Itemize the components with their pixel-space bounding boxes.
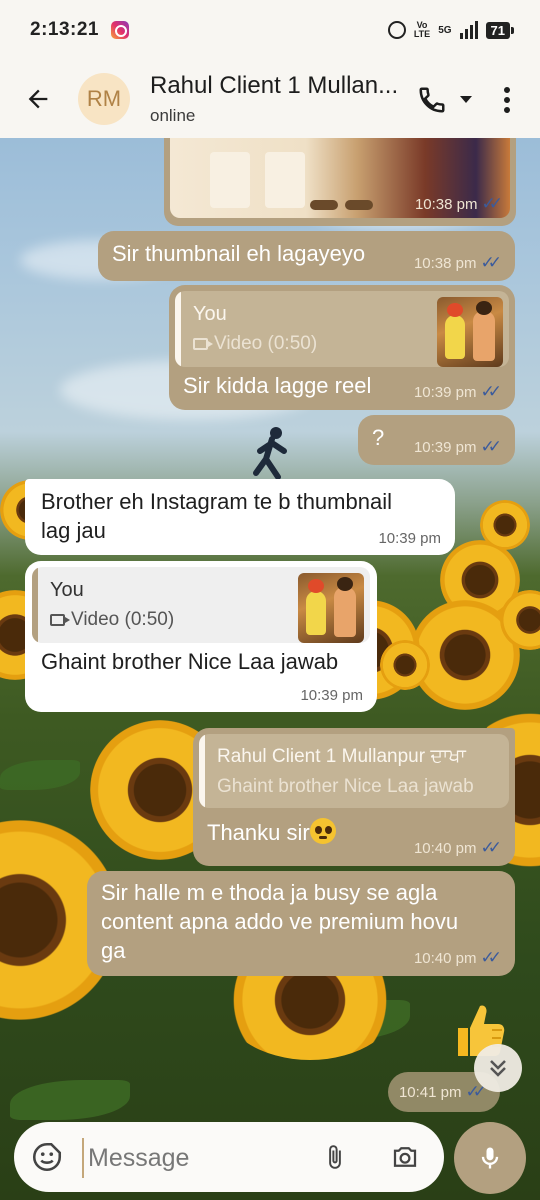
- message-meta: 10:39 pm ✓✓: [413, 437, 502, 457]
- camera-icon: [393, 1147, 417, 1167]
- instagram-notification-icon: [111, 21, 129, 39]
- more-vert-icon: [504, 87, 510, 113]
- video-thumbnail: [298, 573, 364, 643]
- camera-button[interactable]: [386, 1140, 424, 1174]
- status-bar: 2:13:21 Vo LTE 5G 71: [0, 0, 540, 60]
- contact-info[interactable]: Rahul Client 1 Mullan... online: [150, 72, 400, 126]
- sticker-icon: [32, 1142, 62, 1172]
- runner-silhouette: [250, 425, 290, 485]
- voice-call-button[interactable]: [412, 80, 452, 120]
- sticker-button[interactable]: [30, 1140, 64, 1174]
- double-check-icon: ✓✓: [481, 194, 503, 213]
- message-time: 10:39 pm: [413, 383, 477, 401]
- quoted-message[interactable]: You Video (0:50): [32, 567, 370, 643]
- message-bubble-reply[interactable]: You Video (0:50) Sir kidda lagge reel 10…: [169, 285, 515, 410]
- status-time: 2:13:21: [30, 19, 99, 40]
- battery-icon: 71: [485, 21, 515, 39]
- message-bubble-reply[interactable]: Rahul Client 1 Mullanpur ਦਾਖਾ Ghaint bro…: [193, 728, 515, 866]
- video-icon: [193, 338, 213, 350]
- phone-icon: [419, 87, 445, 113]
- video-thumbnail: [437, 297, 503, 367]
- quote-author: Rahul Client 1 Mullanpur ਦਾਖਾ: [217, 746, 466, 767]
- avatar[interactable]: RM: [78, 73, 130, 125]
- signal-icon: [459, 21, 478, 39]
- message-meta: 10:40 pm ✓✓: [413, 948, 502, 968]
- message-meta: 10:38 pm ✓✓: [413, 253, 502, 273]
- message-time: 10:38 pm: [414, 195, 478, 213]
- double-check-icon: ✓✓: [480, 382, 502, 401]
- message-meta: 10:39 pm: [378, 530, 441, 547]
- double-check-icon: ✓✓: [480, 838, 502, 857]
- quote-author: You: [193, 303, 227, 325]
- message-time: 10:39 pm: [413, 438, 477, 456]
- voice-message-button[interactable]: [454, 1122, 526, 1194]
- message-meta: 10:39 pm ✓✓: [413, 382, 502, 402]
- chevron-down-icon: [460, 96, 472, 103]
- message-bubble-incoming[interactable]: Brother eh Instagram te b thumbnail lag j…: [25, 479, 455, 555]
- message-text: Sir halle m e thoda ja busy se agla conte…: [101, 880, 459, 963]
- volte-indicator: Vo LTE: [413, 20, 431, 39]
- microphone-icon: [481, 1147, 499, 1169]
- quote-text: Video (0:50): [193, 333, 317, 355]
- message-meta: 10:40 pm ✓✓: [413, 838, 502, 858]
- message-text: Ghaint brother Nice Laa jawab: [41, 649, 339, 674]
- contact-name: Rahul Client 1 Mullan...: [150, 72, 399, 99]
- video-icon: [50, 614, 70, 626]
- message-time: 10:41 pm: [398, 1083, 462, 1101]
- scroll-to-bottom-button[interactable]: [474, 1044, 522, 1092]
- alarm-icon: [387, 21, 406, 39]
- message-bubble-outgoing[interactable]: ? 10:39 pm ✓✓: [358, 415, 515, 465]
- message-time: 10:38 pm: [413, 254, 477, 272]
- message-text: ?: [372, 425, 385, 450]
- quote-text: Video (0:50): [50, 609, 174, 631]
- attach-button[interactable]: [318, 1140, 352, 1174]
- double-chevron-down-icon: [490, 1060, 506, 1077]
- message-time: 10:40 pm: [413, 949, 477, 967]
- chat-header: RM Rahul Client 1 Mullan... online: [0, 60, 540, 138]
- double-check-icon: ✓✓: [480, 253, 502, 272]
- double-check-icon: ✓✓: [480, 948, 502, 967]
- more-options-button[interactable]: [492, 80, 522, 120]
- message-meta: 10:39 pm: [300, 687, 363, 704]
- message-composer: [14, 1122, 444, 1192]
- message-text: Sir thumbnail eh lagayeyo: [112, 241, 366, 266]
- status-indicators: Vo LTE 5G 71: [387, 20, 515, 39]
- message-meta: 10:38 pm ✓✓: [414, 194, 503, 214]
- back-button[interactable]: [18, 79, 58, 119]
- message-bubble-outgoing[interactable]: Sir thumbnail eh lagayeyo 10:38 pm ✓✓: [98, 231, 515, 281]
- call-options-dropdown[interactable]: [456, 88, 476, 112]
- message-text: Sir kidda lagge reel: [183, 373, 372, 398]
- message-bubble-outgoing[interactable]: Sir halle m e thoda ja busy se agla conte…: [87, 871, 515, 976]
- message-text: Thanku sir: [207, 818, 336, 847]
- network-type: 5G: [438, 24, 452, 36]
- quoted-message[interactable]: You Video (0:50): [175, 291, 509, 367]
- arrow-left-icon: [28, 89, 48, 109]
- quote-author: You: [50, 579, 84, 601]
- message-text: Brother eh Instagram te b thumbnail lag j…: [41, 489, 392, 543]
- message-time: 10:39 pm: [300, 687, 363, 704]
- paperclip-icon: [329, 1145, 341, 1169]
- message-bubble-image[interactable]: 10:38 pm ✓✓: [164, 138, 516, 226]
- quoted-message[interactable]: Rahul Client 1 Mullanpur ਦਾਖਾ Ghaint bro…: [199, 734, 509, 808]
- quote-text: Ghaint brother Nice Laa jawab: [217, 776, 474, 797]
- contact-status: online: [150, 106, 196, 125]
- double-check-icon: ✓✓: [480, 437, 502, 456]
- message-time: 10:39 pm: [378, 530, 441, 547]
- message-input[interactable]: [82, 1138, 292, 1178]
- message-time: 10:40 pm: [413, 839, 477, 857]
- message-meta: 10:41 pm ✓✓: [398, 1082, 487, 1102]
- pleading-face-emoji: [309, 818, 336, 844]
- message-bubble-incoming-reply[interactable]: You Video (0:50) Ghaint brother Nice Laa…: [25, 561, 377, 712]
